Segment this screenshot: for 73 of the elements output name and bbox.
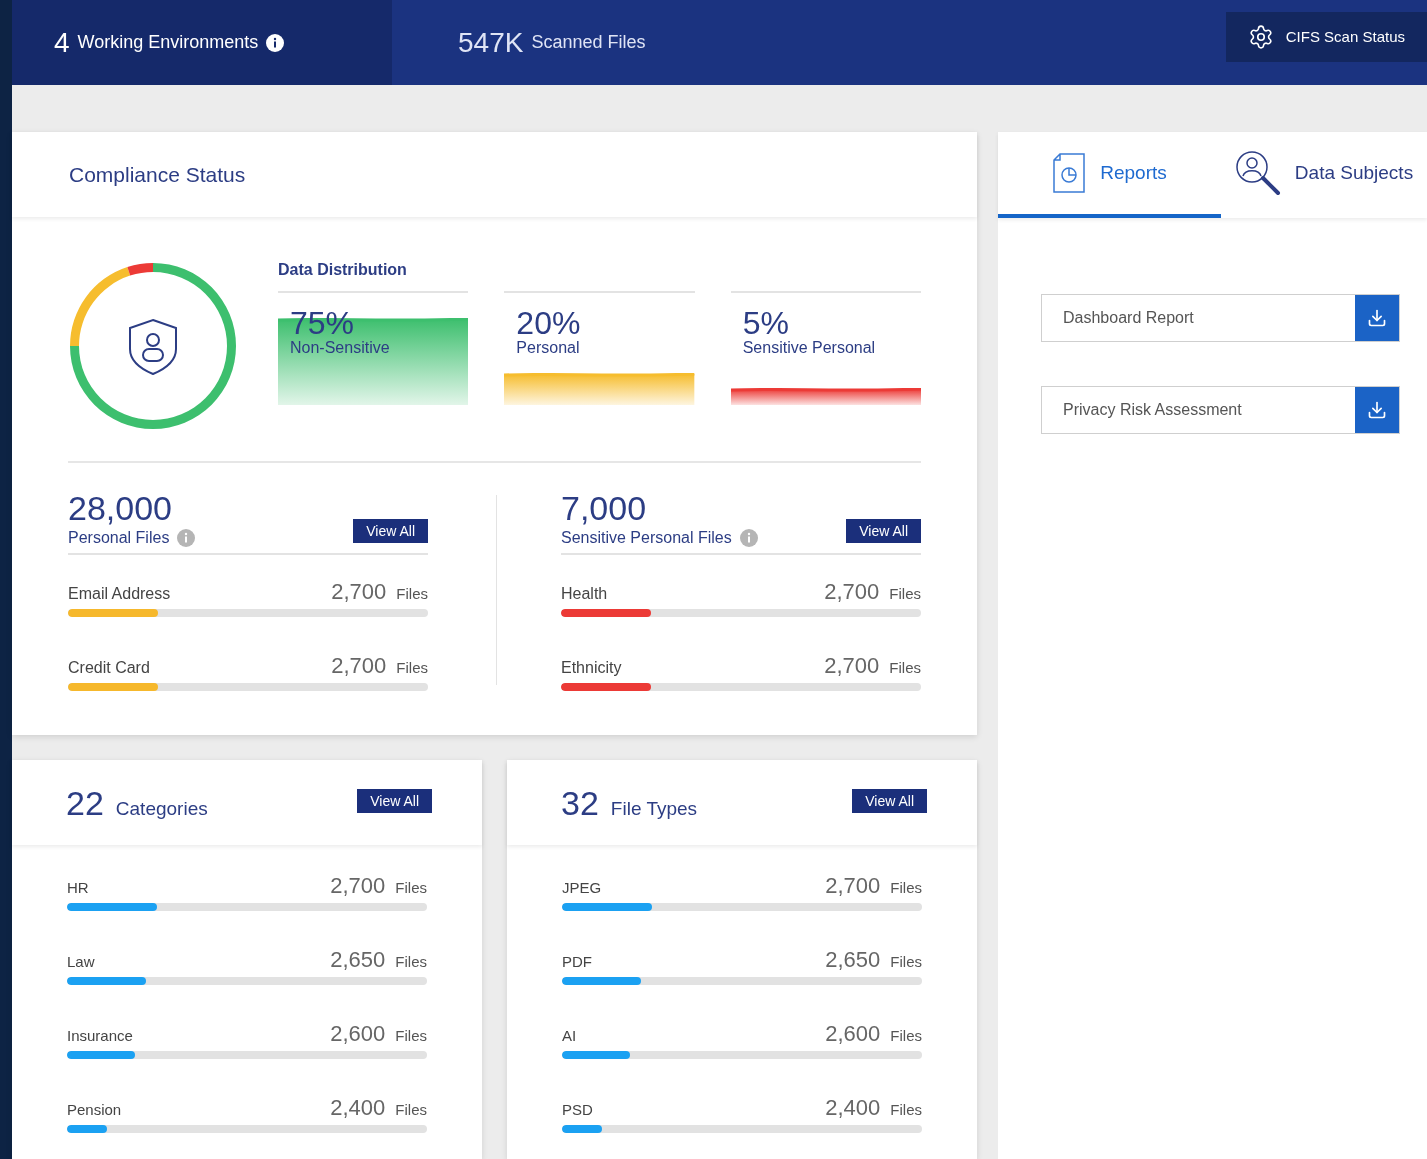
item-label: Email Address	[68, 585, 171, 603]
files-unit: Files	[890, 879, 922, 896]
environment-count: 4	[54, 28, 70, 57]
download-button[interactable]	[1355, 387, 1399, 433]
scan-status-button[interactable]: CIFS Scan Status	[1225, 11, 1427, 62]
panel-tab[interactable]: Data Subjects	[1221, 132, 1427, 218]
file-count: 2,700	[330, 875, 386, 897]
item-label: PSD	[562, 1101, 593, 1118]
shield-user-icon	[129, 319, 177, 375]
files-unit: Files	[889, 585, 921, 602]
files-unit: Files	[396, 659, 428, 676]
view-all-button[interactable]: View All	[353, 519, 428, 543]
item-label: Health	[561, 585, 608, 603]
download-icon	[1367, 308, 1387, 328]
file-count: 2,400	[330, 1097, 386, 1119]
distribution-label: Sensitive Personal	[742, 339, 876, 357]
files-unit: Files	[395, 1027, 427, 1044]
file-count: 2,700	[824, 581, 880, 603]
file-count: 2,600	[825, 1023, 881, 1045]
item-label: Insurance	[67, 1027, 133, 1044]
distribution-percent: 5%	[742, 307, 790, 339]
scanned-count: 547K	[458, 28, 524, 57]
download-icon	[1367, 400, 1387, 420]
view-all-button[interactable]: View All	[846, 519, 921, 543]
item-label: Credit Card	[68, 659, 150, 677]
file-count: 2,650	[330, 949, 386, 971]
item-label: Pension	[67, 1101, 122, 1118]
item-label: AI	[562, 1027, 577, 1044]
files-unit: Files	[890, 1027, 922, 1044]
card-title: Categories	[115, 797, 208, 820]
distribution-percent: 20%	[516, 307, 581, 339]
card-count: 22	[66, 785, 104, 820]
file-count: 2,700	[331, 581, 387, 603]
item-label: PDF	[562, 953, 592, 970]
files-unit: Files	[396, 585, 428, 602]
group-count: 28,000	[68, 491, 173, 525]
distribution-label: Non-Sensitive	[290, 339, 390, 357]
download-button[interactable]	[1355, 295, 1399, 341]
file-count: 2,700	[824, 655, 880, 677]
item-label: Law	[67, 953, 95, 970]
distribution-label: Personal	[516, 339, 581, 357]
file-count: 2,700	[331, 655, 387, 677]
report-name: Privacy Risk Assessment	[1062, 400, 1243, 420]
card-title: Compliance Status	[69, 162, 246, 187]
file-count: 2,600	[330, 1023, 386, 1045]
group-label: Sensitive Personal Files	[561, 529, 732, 547]
file-count: 2,700	[825, 875, 881, 897]
files-unit: Files	[889, 659, 921, 676]
group-label: Personal Files	[68, 529, 170, 547]
files-unit: Files	[890, 953, 922, 970]
distribution-title: Data Distribution	[278, 261, 408, 280]
file-count: 2,400	[825, 1097, 881, 1119]
files-unit: Files	[890, 1101, 922, 1118]
files-unit: Files	[395, 1101, 427, 1118]
panel-tab[interactable]: Reports	[998, 132, 1221, 218]
card-count: 32	[561, 785, 599, 820]
card-title: File Types	[610, 797, 698, 820]
files-unit: Files	[395, 879, 427, 896]
settings-icon	[1247, 23, 1274, 50]
user-search-icon	[1234, 150, 1281, 196]
report-document-icon	[1052, 152, 1087, 194]
group-count: 7,000	[561, 491, 648, 525]
view-all-button[interactable]: View All	[852, 788, 927, 813]
info-icon[interactable]	[266, 33, 285, 52]
report-name: Dashboard Report	[1062, 308, 1195, 328]
scanned-label: Scanned Files	[531, 32, 646, 53]
item-label: HR	[67, 879, 89, 896]
item-label: JPEG	[562, 879, 602, 896]
item-label: Ethnicity	[561, 659, 622, 677]
files-unit: Files	[395, 953, 427, 970]
file-count: 2,650	[825, 949, 881, 971]
view-all-button[interactable]: View All	[357, 788, 432, 813]
environment-label: Working Environments	[77, 32, 259, 53]
